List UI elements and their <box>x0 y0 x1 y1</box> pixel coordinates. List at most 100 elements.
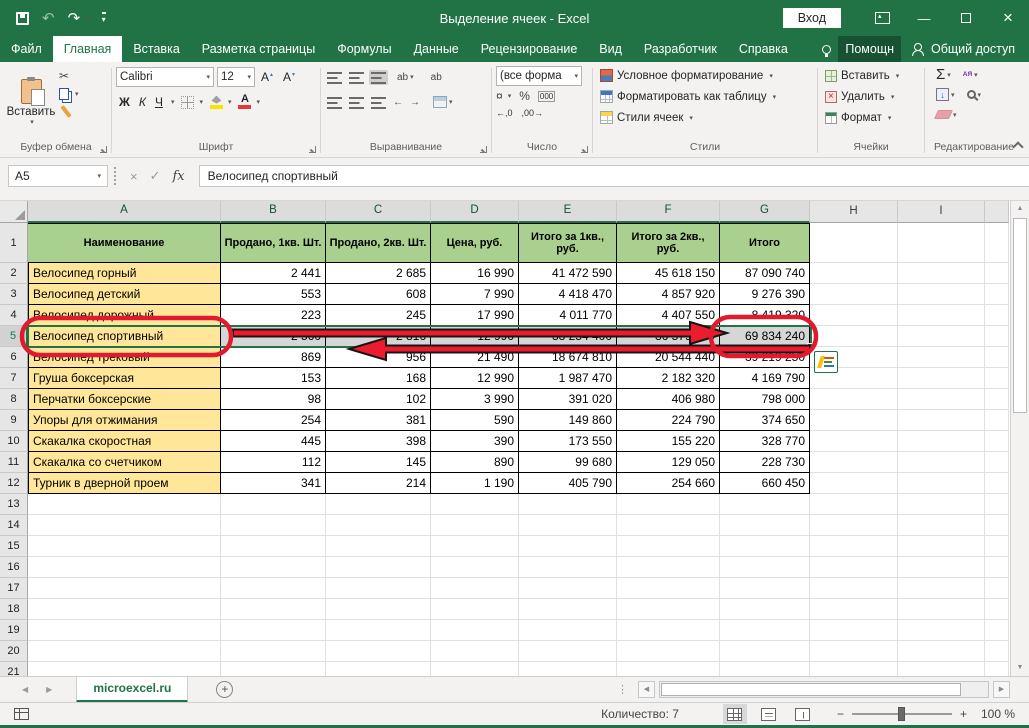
cell-empty[interactable] <box>720 536 810 557</box>
cell-empty[interactable] <box>431 599 519 620</box>
tab-page-layout[interactable]: Разметка страницы <box>191 36 326 62</box>
cell-value[interactable]: 102 <box>326 389 431 410</box>
cell-empty[interactable] <box>519 557 617 578</box>
cell-empty[interactable] <box>326 641 431 662</box>
cell-value[interactable]: 381 <box>326 410 431 431</box>
cell-empty[interactable] <box>810 662 898 676</box>
zoom-in-icon[interactable]: + <box>960 707 967 721</box>
cell-empty[interactable] <box>221 599 326 620</box>
cell-empty[interactable] <box>519 578 617 599</box>
table-header-cell[interactable]: Наименование <box>28 223 221 263</box>
cell-empty[interactable] <box>28 662 221 676</box>
cell-empty[interactable] <box>617 599 720 620</box>
cell-empty[interactable] <box>431 578 519 599</box>
align-left-button[interactable] <box>325 95 344 110</box>
column-header-G[interactable]: G <box>720 201 810 223</box>
cell-value[interactable]: 956 <box>326 347 431 368</box>
horizontal-scroll-track[interactable] <box>659 681 989 698</box>
cell-value[interactable]: 98 <box>221 389 326 410</box>
cell-value[interactable]: 553 <box>221 284 326 305</box>
scroll-right-icon[interactable]: ▶ <box>993 681 1010 698</box>
italic-button[interactable]: К <box>136 95 149 109</box>
cell-empty[interactable] <box>519 620 617 641</box>
cell-value[interactable]: 2 560 <box>221 326 326 347</box>
add-sheet-button[interactable]: + <box>216 681 233 698</box>
row-header-7[interactable]: 7 <box>0 368 28 389</box>
cell-empty[interactable] <box>898 662 985 676</box>
cell-value[interactable]: 798 000 <box>720 389 810 410</box>
cell-empty[interactable] <box>720 662 810 676</box>
cell-value[interactable]: 12 990 <box>431 368 519 389</box>
cell-empty[interactable] <box>326 515 431 536</box>
underline-dropdown-icon[interactable]: ▾ <box>171 98 175 106</box>
zoom-slider[interactable] <box>852 713 952 715</box>
cell-empty[interactable] <box>810 223 898 263</box>
align-top-button[interactable] <box>325 70 344 85</box>
currency-button[interactable]: ¤ <box>496 89 503 103</box>
tab-insert[interactable]: Вставка <box>122 36 190 62</box>
cell-empty[interactable] <box>720 620 810 641</box>
cell-empty[interactable] <box>720 557 810 578</box>
row-header-12[interactable]: 12 <box>0 473 28 494</box>
cell-empty[interactable] <box>326 578 431 599</box>
cell-value[interactable]: 660 450 <box>720 473 810 494</box>
cell-empty[interactable] <box>617 662 720 676</box>
cell-value[interactable]: 391 020 <box>519 389 617 410</box>
cell-value[interactable]: 112 <box>221 452 326 473</box>
cell-empty[interactable] <box>898 557 985 578</box>
dialog-launcher-icon[interactable] <box>581 146 588 153</box>
format-as-table-button[interactable]: Форматировать как таблицу ▾ <box>600 87 813 106</box>
row-header-14[interactable]: 14 <box>0 515 28 536</box>
format-cells-button[interactable]: Формат ▾ <box>825 108 920 127</box>
cell-empty[interactable] <box>617 536 720 557</box>
cell-empty[interactable] <box>898 641 985 662</box>
column-header-E[interactable]: E <box>519 201 617 223</box>
row-header-16[interactable]: 16 <box>0 557 28 578</box>
cell-value[interactable]: 18 674 810 <box>519 347 617 368</box>
dialog-launcher-icon[interactable] <box>309 146 316 153</box>
cell-value[interactable]: 4 407 550 <box>617 305 720 326</box>
cell-value[interactable]: 129 050 <box>617 452 720 473</box>
cell-empty[interactable] <box>28 557 221 578</box>
font-color-button[interactable]: А <box>238 95 251 109</box>
collapse-ribbon-icon[interactable] <box>1013 141 1021 149</box>
redo-button[interactable]: ↷ <box>68 9 81 27</box>
table-header-cell[interactable]: Итого за 1кв., руб. <box>519 223 617 263</box>
table-header-cell[interactable]: Продано, 1кв. Шт. <box>221 223 326 263</box>
horizontal-scroll-thumb[interactable] <box>661 683 961 696</box>
cell-empty[interactable] <box>810 494 898 515</box>
conditional-formatting-button[interactable]: Условное форматирование ▾ <box>600 66 813 85</box>
tab-formulas[interactable]: Формулы <box>326 36 402 62</box>
percent-button[interactable]: % <box>519 89 530 103</box>
column-header-B[interactable]: B <box>221 201 326 223</box>
font-size-combo[interactable]: 12▾ <box>217 67 255 87</box>
cell-value[interactable]: 9 276 390 <box>720 284 810 305</box>
maximize-button[interactable] <box>945 0 987 36</box>
row-header-1[interactable]: 1 <box>0 223 28 263</box>
cell-empty[interactable] <box>898 263 985 284</box>
cell-empty[interactable] <box>810 452 898 473</box>
cell-empty[interactable] <box>431 662 519 676</box>
cell-empty[interactable] <box>898 284 985 305</box>
cell-value[interactable]: 173 550 <box>519 431 617 452</box>
zoom-level[interactable]: 100 % <box>981 707 1015 721</box>
cell-empty[interactable] <box>720 641 810 662</box>
dialog-launcher-icon[interactable] <box>480 146 487 153</box>
cell-value[interactable]: 328 770 <box>720 431 810 452</box>
clear-button[interactable]: ▾ <box>934 109 959 120</box>
cell-value[interactable]: 406 980 <box>617 389 720 410</box>
prev-sheet-icon[interactable]: ◀ <box>22 685 28 694</box>
cell-value[interactable]: 214 <box>326 473 431 494</box>
cell-value[interactable]: 4 857 920 <box>617 284 720 305</box>
zoom-thumb[interactable] <box>898 707 905 721</box>
cell-value[interactable]: 1 190 <box>431 473 519 494</box>
cell-empty[interactable] <box>326 557 431 578</box>
cell-value[interactable]: 2 182 320 <box>617 368 720 389</box>
insert-function-icon[interactable]: fx <box>173 169 185 184</box>
cell-value[interactable]: 390 <box>431 431 519 452</box>
cell-empty[interactable] <box>28 494 221 515</box>
cell-empty[interactable] <box>617 515 720 536</box>
cell-empty[interactable] <box>221 536 326 557</box>
cell-empty[interactable] <box>898 578 985 599</box>
cell-empty[interactable] <box>810 599 898 620</box>
